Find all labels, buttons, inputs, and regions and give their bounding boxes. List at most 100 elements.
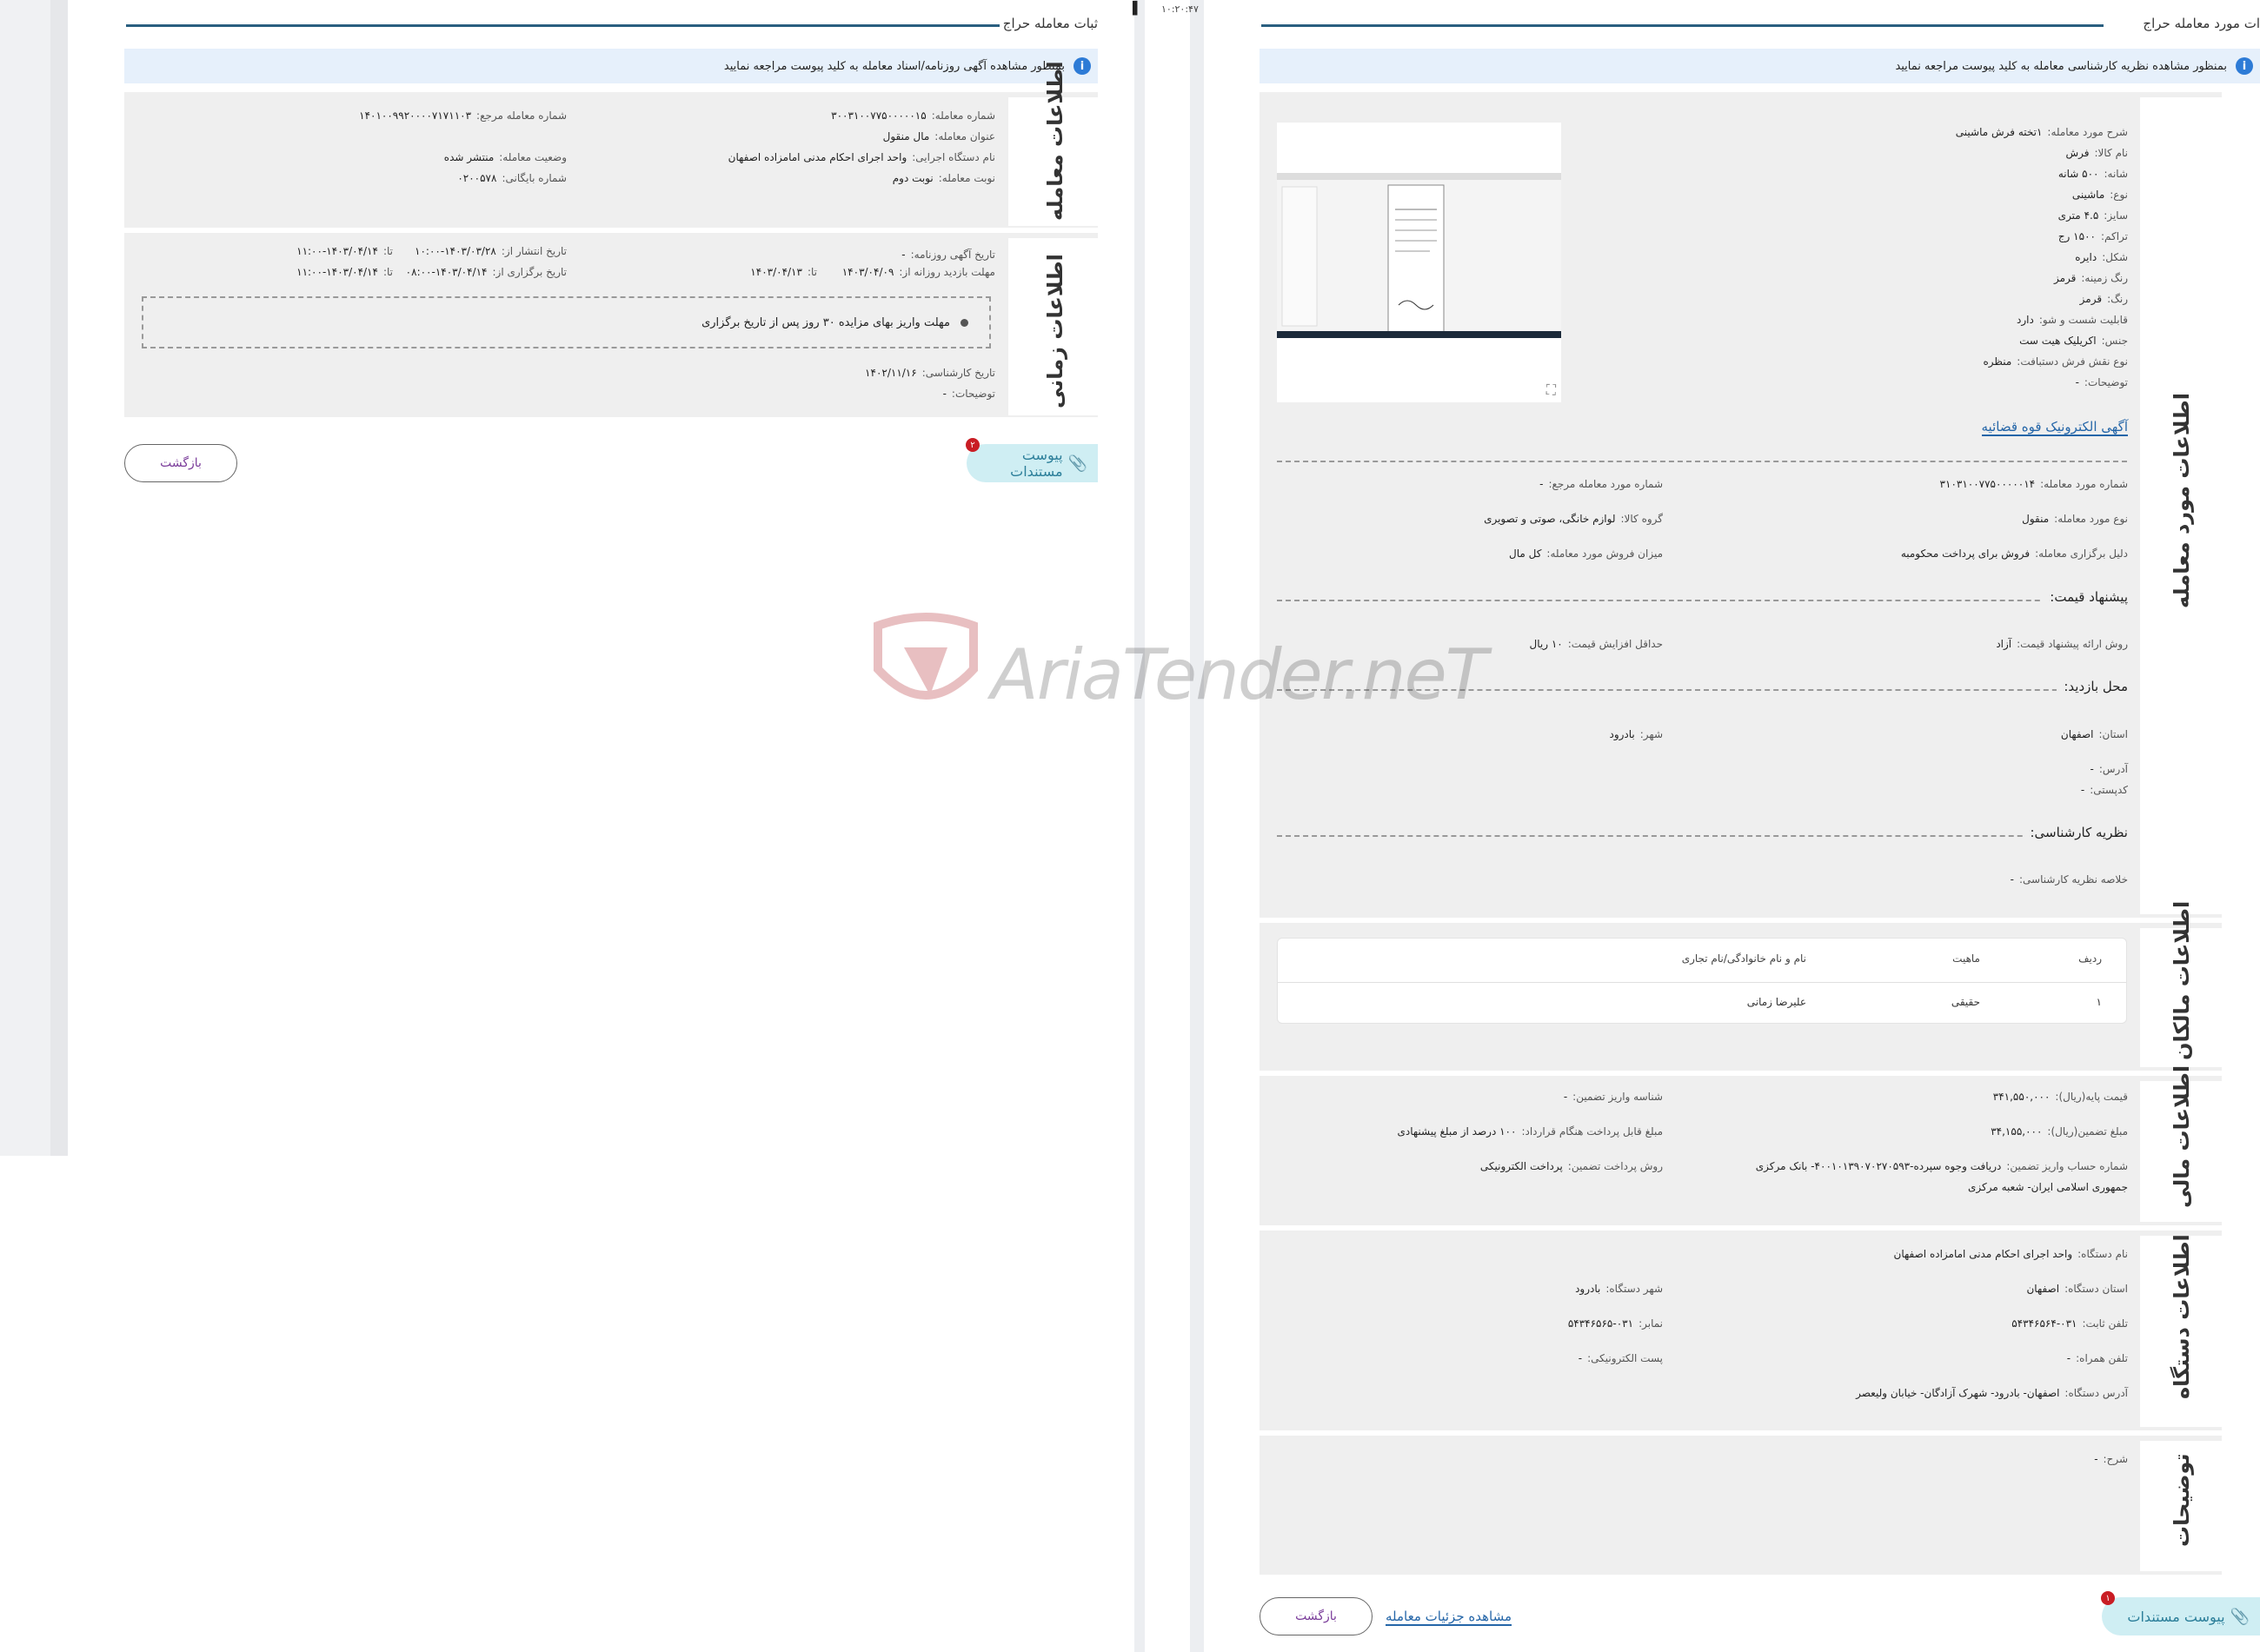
right-attach-button[interactable]: 📎 پیوست مستندات <box>2102 1597 2260 1635</box>
deal-title-value: مال منقول <box>882 130 930 143</box>
visit-address-value: - <box>2090 763 2094 775</box>
item-desc-label: شرح مورد معامله: <box>2047 126 2128 138</box>
ad-date-value: - <box>901 249 906 261</box>
account-line2: جمهوری اسلامی ایران- شعبه مرکزی <box>1968 1181 2128 1193</box>
org-address: آدرس دستگاه: اصفهان- بادرود- شهرک آزادگان… <box>1856 1387 2128 1399</box>
visit-to-label: تا: <box>807 266 817 278</box>
expert-heading: نظریه کارشناسی: <box>2023 825 2128 840</box>
left-back-button[interactable]: بازگشت <box>124 444 237 482</box>
expert-date-label: تاریخ کارشناسی: <box>921 367 995 379</box>
item-ref: شماره مورد معامله مرجع:- <box>1539 478 1663 490</box>
bullet-dot <box>960 318 968 327</box>
org-city: شهر دستگاه: بادرود <box>1575 1283 1663 1295</box>
owner-row-nature: حقیقی <box>1951 996 1980 1008</box>
hold-to: تا: ۱۴۰۳/۰۴/۱۴-۱۱:۰۰ <box>296 266 393 278</box>
desc-tab-label: توضیحات <box>2170 1453 2194 1547</box>
org-email-value: - <box>1578 1352 1583 1364</box>
org-province-label: استان دستگاه: <box>2064 1283 2128 1295</box>
right-back-button[interactable]: بازگشت <box>1260 1597 1373 1635</box>
hold-from: تاریخ برگزاری از: ۱۴۰۳/۰۴/۱۴-۰۸:۰۰ <box>406 266 567 278</box>
deposit-id-label: شناسه واریز تضمین: <box>1572 1091 1663 1103</box>
hold-to-value: ۱۴۰۳/۰۴/۱۴-۱۱:۰۰ <box>296 266 378 278</box>
item-amount-label: میزان فروش مورد معامله: <box>1546 547 1663 560</box>
org-phone-label: تلفن ثابت: <box>2082 1317 2129 1330</box>
owner-row-name: علیرضا زمانی <box>1746 996 1806 1008</box>
min-raise-label: حداقل افزایش قیمت: <box>1567 638 1663 650</box>
paperclip-icon: 📎 <box>2230 1607 2250 1626</box>
left-attach-badge: ۲ <box>966 438 980 452</box>
deal-org: نام دستگاه اجرایی: واحد اجرای احکام مدنی … <box>728 151 995 163</box>
info-icon: i <box>1074 57 1091 75</box>
item-photo[interactable]: ⛶ <box>1277 123 1561 402</box>
base-price: قیمت پایه(ریال): ۳۴۱,۵۵۰,۰۰۰ <box>1993 1091 2128 1103</box>
deal-status: وضعیت معامله: منتشر شده <box>444 151 567 163</box>
item-shaneh: شانه: ۵۰۰ شانه <box>2058 168 2128 180</box>
right-info-text: بمنظور مشاهده نظریه کارشناسی معامله به ک… <box>1895 59 2227 73</box>
ad-date: تاریخ آگهی روزنامه:- <box>901 249 995 261</box>
right-attach-label: پیوست مستندات <box>2127 1608 2225 1625</box>
deal-ref-label: شماره معامله مرجع: <box>476 109 567 122</box>
item-notes: توضیحات:- <box>2076 376 2128 388</box>
payment-note-box: مهلت واریز بهای مزایده ۳۰ روز پس از تاری… <box>142 296 991 348</box>
item-size-label: سایز: <box>2104 209 2128 222</box>
org-fax-label: نمابر: <box>1638 1317 1663 1330</box>
publish-from: تاریخ انتشار از: ۱۴۰۳/۰۳/۲۸-۱۰:۰۰ <box>415 245 567 257</box>
visit-province-value: اصفهان <box>2060 728 2094 740</box>
org-address-label: آدرس دستگاه: <box>2064 1387 2128 1399</box>
deal-number-label: شماره معامله: <box>931 109 995 122</box>
eauction-link[interactable]: آگهی الکترونیک قوه قضائیه <box>1981 419 2128 436</box>
owner-row-num: ۱ <box>2096 996 2102 1008</box>
item-pattern: نوع نقش فرش دستبافت: منظره <box>1983 355 2128 368</box>
right-section-title: ات مورد معامله حراج <box>2143 16 2260 31</box>
guarantee: مبلغ تضمین(ریال): ۳۴,۱۵۵,۰۰۰ <box>1991 1125 2128 1138</box>
expand-icon[interactable]: ⛶ <box>1546 381 1556 399</box>
org-name: نام دستگاه: واحد اجرای احکام مدنی امامزاد… <box>1894 1248 2128 1260</box>
status-time: ۱۰:۲۰:۴۷ <box>1161 3 1199 15</box>
item-photo-image <box>1277 173 1561 338</box>
item-shape: شکل: دایره <box>2075 251 2128 263</box>
item-kind: نوع مورد معامله: منقول <box>2022 513 2128 525</box>
item-color-label: رنگ: <box>2107 293 2128 305</box>
item-density: تراکم: ۱۵۰۰ رج <box>2058 230 2128 242</box>
org-address-value: اصفهان- بادرود- شهرک آزادگان- خیابان ولی… <box>1856 1387 2060 1399</box>
time-desc-value: - <box>942 388 947 400</box>
visit-postal-label: کدپستی: <box>2090 784 2128 796</box>
center-divider-strip <box>1134 0 1204 1652</box>
pay-method-value: پرداخت الکترونیکی <box>1479 1160 1563 1172</box>
deal-ref-value: ۱۴۰۱۰۰۹۹۲۰۰۰۰۷۱۷۱۱۰۳ <box>359 109 472 122</box>
item-type-label: نوع: <box>2110 189 2128 201</box>
left-gutter-shade <box>50 0 68 1156</box>
visit-from-label: مهلت بازدید روزانه از: <box>899 266 995 278</box>
item-material-label: جنس: <box>2101 335 2128 347</box>
ad-date-label: تاریخ آگهی روزنامه: <box>910 249 995 261</box>
publish-from-value: ۱۴۰۳/۰۳/۲۸-۱۰:۰۰ <box>415 245 496 257</box>
deal-title-label: عنوان معامله: <box>934 130 995 143</box>
visit-postal: کدپستی:- <box>2081 784 2128 796</box>
owners-header-nature: ماهیت <box>1952 952 1980 965</box>
item-shaneh-label: شانه: <box>2104 168 2128 180</box>
deal-archive: شماره بایگانی: ۰۲۰۰۵۷۸ <box>457 172 567 184</box>
left-section-title: ثبات معامله حراج <box>1002 16 1098 31</box>
item-color-value: قرمز <box>2079 293 2103 305</box>
expert-summary: خلاصه نظریه کارشناسی:- <box>2011 873 2128 886</box>
item-notes-value: - <box>2075 376 2079 388</box>
item-name: نام کالا: فرش <box>2065 147 2128 159</box>
item-size-value: ۴.۵ متری <box>2057 209 2099 222</box>
deal-details-link[interactable]: مشاهده جزئیات معامله <box>1386 1609 1512 1626</box>
visit-province-label: استان: <box>2098 728 2128 740</box>
desc-field: شرح:- <box>2094 1453 2128 1465</box>
deal-org-value: واحد اجرای احکام مدنی امامزاده اصفهان <box>728 151 907 163</box>
item-wash-label: قابلیت شست و شو: <box>2038 314 2128 326</box>
expert-summary-label: خلاصه نظریه کارشناسی: <box>2018 873 2128 886</box>
deal-turn-label: نوبت معامله: <box>938 172 995 184</box>
deal-archive-label: شماره بایگانی: <box>502 172 567 184</box>
left-info-text: بمنظور مشاهده آگهی روزنامه/اسناد معامله … <box>723 59 1065 73</box>
visit-province: استان: اصفهان <box>2061 728 2128 740</box>
visit-address-label: آدرس: <box>2098 763 2128 775</box>
org-tab-label: اطلاعات دستگاه <box>2170 1234 2194 1399</box>
left-attach-button[interactable]: 📎 پیوست مستندات <box>967 444 1098 482</box>
item-shaneh-value: ۵۰۰ شانه <box>2057 168 2099 180</box>
org-email-label: پست الکترونیکی: <box>1587 1352 1663 1364</box>
deposit-id: شناسه واریز تضمین:- <box>1564 1091 1663 1103</box>
org-province-value: اصفهان <box>2026 1283 2060 1295</box>
